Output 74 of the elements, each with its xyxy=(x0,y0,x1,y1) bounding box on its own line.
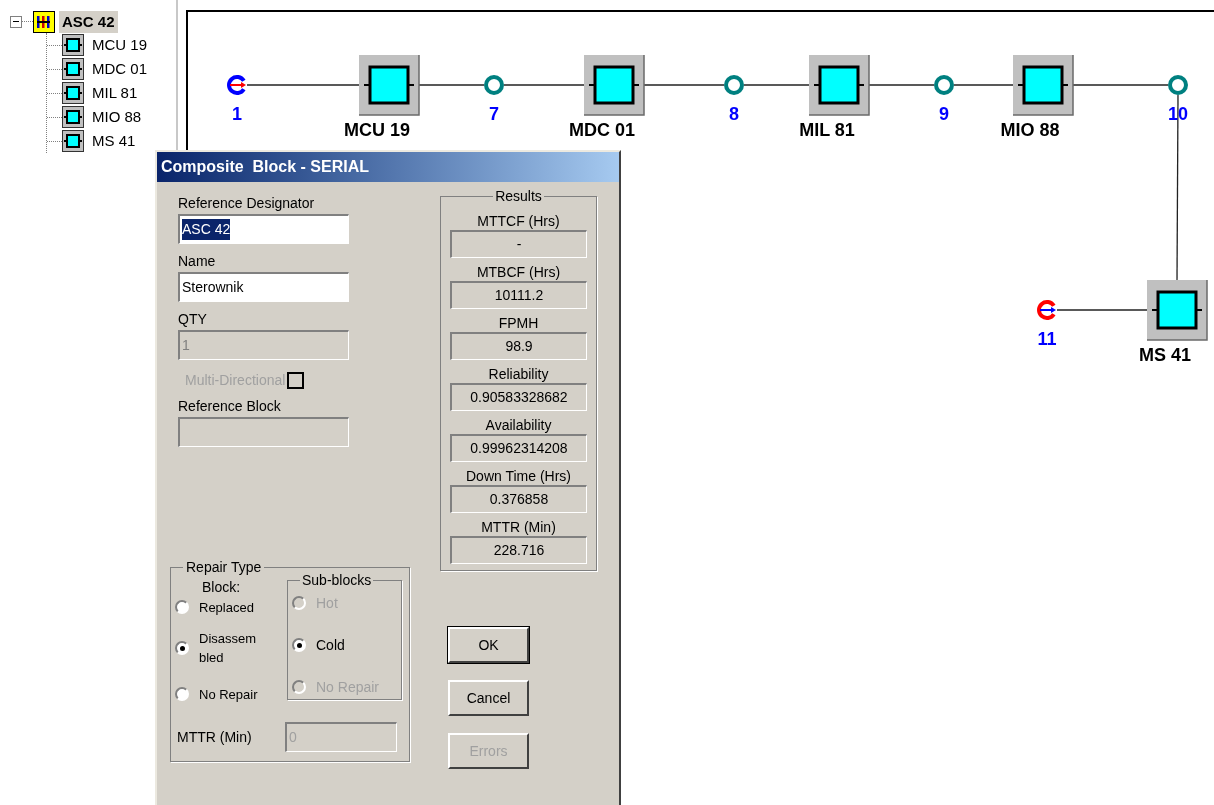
block-node[interactable] xyxy=(1012,54,1074,116)
junction-node[interactable] xyxy=(1168,75,1188,95)
input-field[interactable]: Sterownik xyxy=(178,272,349,302)
node-number: 11 xyxy=(1037,329,1057,349)
node-number: 8 xyxy=(729,104,739,124)
block-label: MIL 81 xyxy=(799,120,855,140)
tree-item[interactable]: ASC 42 xyxy=(59,10,118,33)
collapse-toggle[interactable] xyxy=(10,15,22,28)
block-icon xyxy=(62,82,84,104)
start-node[interactable] xyxy=(227,75,246,95)
radio-label: No Repair xyxy=(199,685,259,704)
connector-line xyxy=(953,84,1014,86)
block-label: MCU 19 xyxy=(344,120,410,140)
field-label: MTTR (Min) xyxy=(177,727,253,747)
result-field: 10111.2 xyxy=(450,281,587,309)
result-field: 0.90583328682 xyxy=(450,383,587,411)
radio-button[interactable] xyxy=(175,600,189,614)
radio-button[interactable] xyxy=(175,687,189,701)
block-node[interactable] xyxy=(583,54,645,116)
result-field: - xyxy=(450,230,587,258)
window-title: Composite Block - SERIAL xyxy=(161,157,370,177)
radio-button[interactable] xyxy=(175,641,189,655)
block-label: MIO 88 xyxy=(1000,120,1060,140)
field-label: Reference Designator xyxy=(178,194,316,212)
result-field: 98.9 xyxy=(450,332,587,360)
connector-line xyxy=(868,84,935,86)
result-field: 0.376858 xyxy=(450,485,587,513)
block-icon xyxy=(62,34,84,56)
result-label: MTTCF (Hrs) xyxy=(477,212,560,230)
junction-node[interactable] xyxy=(724,75,744,95)
node-number: 9 xyxy=(939,104,949,124)
result-label: Down Time (Hrs) xyxy=(466,467,571,485)
field-label: QTY xyxy=(178,310,208,328)
radio-label: Disassembled xyxy=(199,630,258,667)
dialog-button[interactable]: Cancel xyxy=(448,680,529,716)
block-icon xyxy=(62,130,84,152)
composite-block-icon xyxy=(33,10,55,33)
end-node[interactable] xyxy=(1037,300,1056,320)
result-label: Reliability xyxy=(488,365,549,383)
junction-node[interactable] xyxy=(484,75,504,95)
tree-item[interactable]: MCU 19 xyxy=(90,33,149,57)
block-node[interactable] xyxy=(1146,279,1208,341)
block-node[interactable] xyxy=(808,54,870,116)
field-label: Name xyxy=(178,252,217,270)
group-title: Sub-blocks xyxy=(301,571,373,590)
radio-label: Cold xyxy=(316,635,345,655)
input-field[interactable]: ASC 42 xyxy=(178,214,349,244)
result-field: 228.716 xyxy=(450,536,587,564)
block-node[interactable] xyxy=(358,54,420,116)
junction-node[interactable] xyxy=(934,75,954,95)
block-icon xyxy=(62,58,84,80)
tree-item[interactable]: MDC 01 xyxy=(90,57,149,81)
radio-button[interactable] xyxy=(292,638,306,652)
node-number: 7 xyxy=(489,104,499,124)
group-title: Results xyxy=(494,187,543,206)
radio-label: Replaced xyxy=(199,598,255,617)
block-label: MDC 01 xyxy=(569,120,635,140)
block-icon xyxy=(62,106,84,128)
group-title: Repair Type xyxy=(185,558,263,577)
tree-item[interactable]: MIO 88 xyxy=(90,105,144,129)
result-label: MTTR (Min) xyxy=(481,518,556,536)
tree-item[interactable]: MIL 81 xyxy=(90,81,140,105)
result-field: 0.99962314208 xyxy=(450,434,587,462)
result-label: MTBCF (Hrs) xyxy=(476,263,561,281)
dialog-button[interactable]: OK xyxy=(448,627,529,663)
field-label: Reference Block xyxy=(178,397,282,415)
connector-line xyxy=(743,84,810,86)
node-number: 1 xyxy=(232,104,242,124)
block-label: Block: xyxy=(202,578,242,596)
connector-line xyxy=(418,84,485,86)
block-label: MS 41 xyxy=(1139,345,1191,365)
tree-item[interactable]: MS 41 xyxy=(90,129,138,153)
result-label: FPMH xyxy=(498,314,539,332)
result-label: Availability xyxy=(485,416,552,434)
